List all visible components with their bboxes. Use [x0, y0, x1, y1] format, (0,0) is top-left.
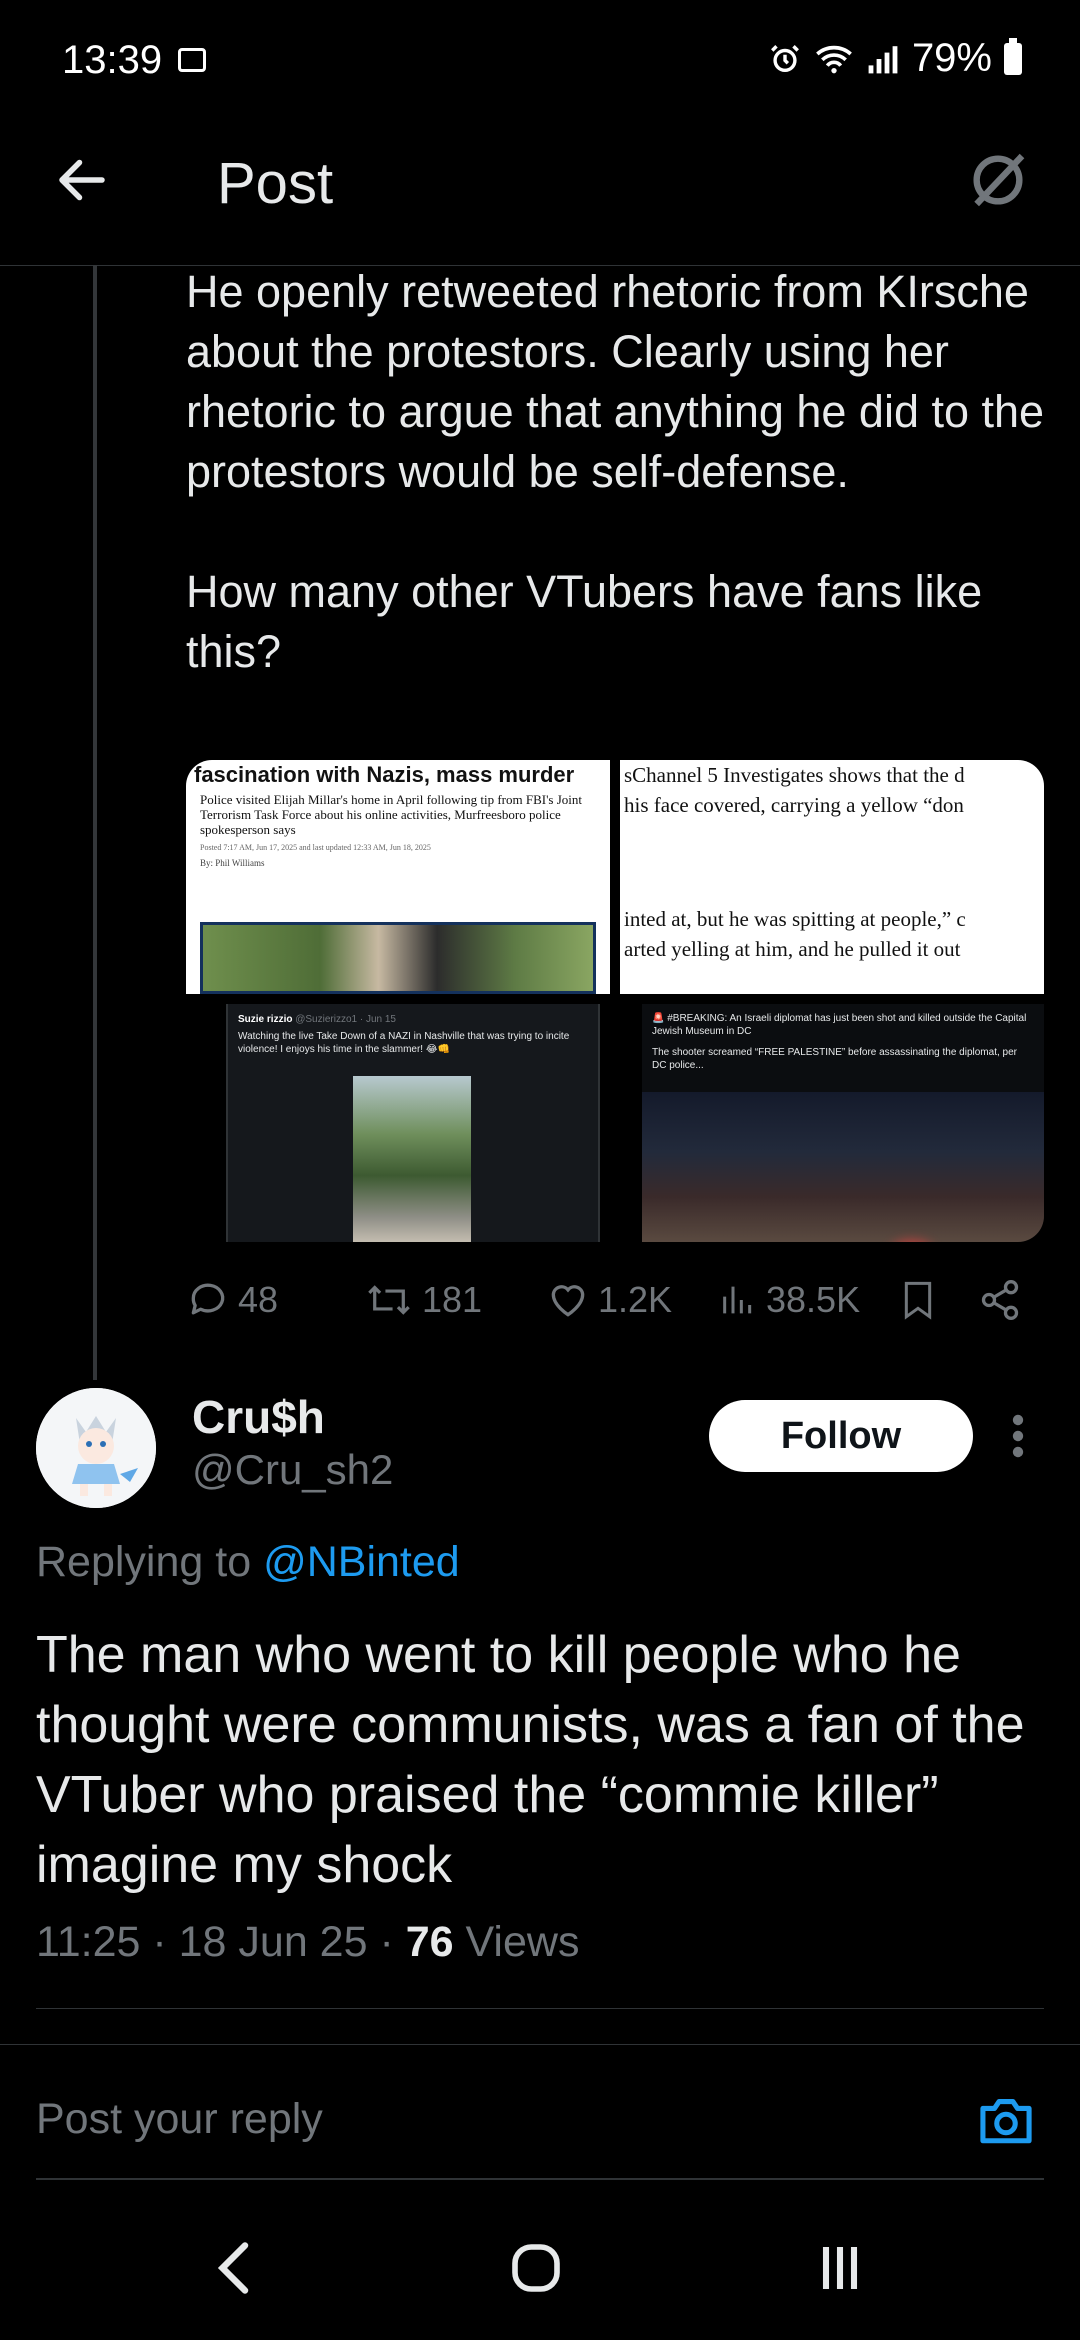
- views-count: 38.5K: [766, 1279, 861, 1320]
- news-line: arted yelling at him, and he pulled it o…: [624, 937, 961, 961]
- page-title: Post: [217, 151, 334, 216]
- embedded-tweet-user: Suzie rizzio @Suzierizzo1 · Jun 15: [238, 1014, 396, 1025]
- wifi-icon: [816, 45, 852, 73]
- media-tweet-screenshot-1[interactable]: Suzie rizzio @Suzierizzo1 · Jun 15 Watch…: [186, 1004, 610, 1242]
- thread-line: [93, 265, 97, 1380]
- alarm-icon: [770, 44, 799, 72]
- follow-button[interactable]: Follow: [709, 1400, 973, 1472]
- heart-icon: [551, 1285, 585, 1317]
- reply-tweet-text: The man who went to kill people who he t…: [36, 1626, 1025, 1894]
- parent-tweet-actions: 48 181 1.2K 38.5K: [186, 1270, 1046, 1330]
- news-photo: [200, 922, 596, 994]
- news-line: sChannel 5 Investigates shows that the d: [624, 763, 965, 787]
- battery-percent: 79%: [911, 36, 992, 80]
- divider: [36, 2008, 1044, 2009]
- gallery-notification-icon: [178, 48, 206, 72]
- grok-icon[interactable]: [966, 148, 1030, 212]
- signal-icon: [868, 45, 898, 73]
- media-news-screenshot-1[interactable]: fascination with Nazis, mass murder Poli…: [186, 760, 610, 994]
- repost-icon: [368, 1285, 410, 1315]
- battery-icon: [1004, 37, 1022, 75]
- news-headline: fascination with Nazis, mass murder: [194, 762, 575, 787]
- views-count: 76: [405, 1918, 454, 1966]
- divider: [0, 2044, 1080, 2045]
- news-byline: By: Phil Williams: [200, 858, 265, 868]
- nav-recents-icon[interactable]: [815, 2240, 865, 2296]
- replying-to: Replying to @NBinted: [36, 1538, 460, 1586]
- more-options-icon[interactable]: [1010, 1412, 1026, 1460]
- embedded-tweet-text: Watching the live Take Down of a NAZI in…: [238, 1031, 570, 1055]
- news-meta: Posted 7:17 AM, Jun 17, 2025 and last up…: [200, 843, 431, 852]
- views-bar-chart-icon: [723, 1286, 752, 1314]
- avatar-character-icon: [36, 1388, 156, 1508]
- reply-input-underline: [36, 2178, 1044, 2180]
- nav-home-icon[interactable]: [508, 2240, 564, 2296]
- avatar[interactable]: [36, 1388, 156, 1508]
- embedded-tweet-photo: [642, 1092, 1044, 1242]
- status-right: 79%: [768, 36, 1022, 81]
- media-tweet-screenshot-2[interactable]: 🚨 #BREAKING: An Israeli diplomat has jus…: [620, 1004, 1044, 1242]
- like-count: 1.2K: [598, 1279, 673, 1320]
- status-time: 13:39: [62, 38, 163, 82]
- reply-count: 48: [238, 1279, 279, 1320]
- reply-button[interactable]: 48: [186, 1270, 278, 1330]
- embedded-tweet-text: 🚨 #BREAKING: An Israeli diplomat has jus…: [652, 1013, 1027, 1071]
- like-button[interactable]: 1.2K: [546, 1270, 672, 1330]
- share-icon[interactable]: [978, 1270, 1022, 1330]
- views-button[interactable]: 38.5K: [718, 1270, 860, 1330]
- reply-tweet-meta: 11:25 · 18 Jun 25 · 76 Views: [36, 1918, 580, 1966]
- news-body: Police visited Elijah Millar's home in A…: [200, 792, 583, 837]
- reply-author-name[interactable]: Cru$h: [192, 1390, 325, 1444]
- replying-to-handle-link[interactable]: @NBinted: [263, 1538, 460, 1586]
- media-news-screenshot-2[interactable]: sChannel 5 Investigates shows that the d…: [620, 760, 1044, 994]
- news-line: inted at, but he was spitting at people,…: [624, 907, 966, 931]
- back-arrow-icon[interactable]: [52, 150, 112, 210]
- reply-author-handle[interactable]: @Cru_sh2: [192, 1446, 393, 1494]
- news-line: his face covered, carrying a yellow “don: [624, 793, 964, 817]
- media-grid[interactable]: fascination with Nazis, mass murder Poli…: [186, 760, 1044, 1242]
- status-bar: 13:39 79%: [0, 0, 1080, 120]
- bookmark-icon[interactable]: [898, 1270, 938, 1330]
- reply-input[interactable]: Post your reply: [36, 2095, 323, 2144]
- reply-icon: [191, 1283, 225, 1315]
- repost-button[interactable]: 181: [364, 1270, 482, 1330]
- embedded-tweet-card: Suzie rizzio @Suzierizzo1 · Jun 15 Watch…: [226, 1004, 600, 1242]
- embedded-tweet-photo: [353, 1076, 471, 1242]
- parent-tweet-text: He openly retweeted rhetoric from KIrsch…: [186, 266, 1045, 677]
- nav-back-icon[interactable]: [210, 2238, 260, 2298]
- camera-icon[interactable]: [976, 2092, 1036, 2148]
- repost-count: 181: [422, 1279, 483, 1320]
- embedded-tweet-card: 🚨 #BREAKING: An Israeli diplomat has jus…: [642, 1004, 1044, 1242]
